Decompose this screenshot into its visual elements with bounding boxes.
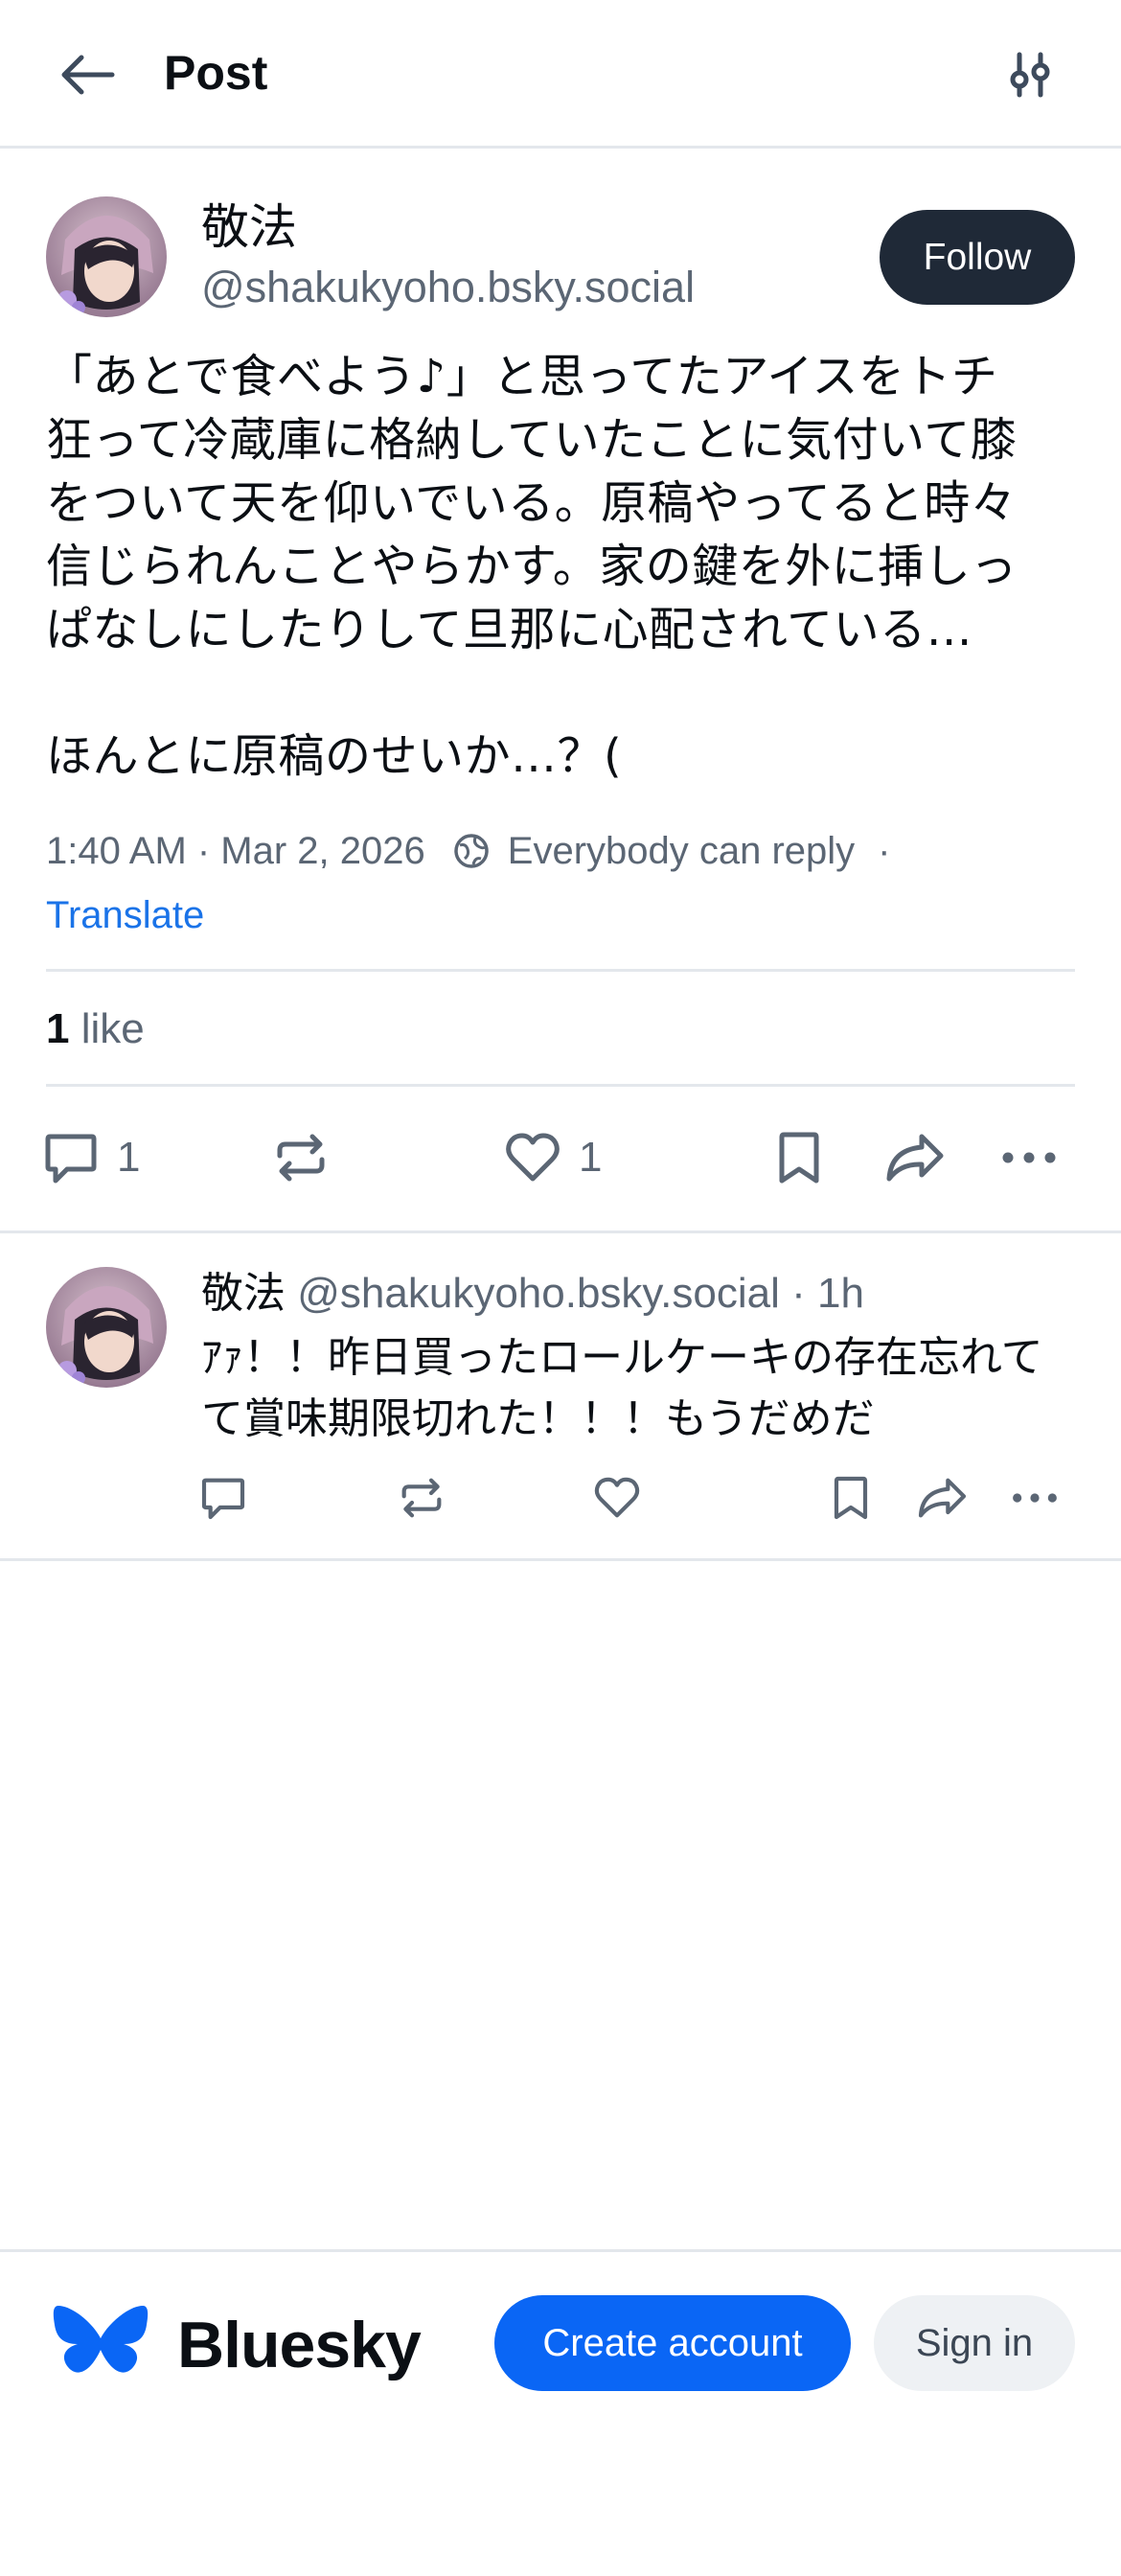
back-button[interactable] [54,46,121,104]
divider [46,969,1075,972]
comment-icon [201,1478,245,1520]
author-name[interactable]: 敬法 [201,196,297,258]
globe-icon [452,832,491,870]
translate-link[interactable]: Translate [46,886,204,944]
bookmark-button[interactable] [770,1129,828,1186]
post-meta: 1:40 AM · Mar 2, 2026 Everybody can repl… [46,822,891,880]
meta-separator: · [878,829,891,872]
like-button[interactable]: 1 [504,1129,602,1186]
reply-button[interactable]: 1 [42,1129,140,1186]
more-horizontal-icon [1013,1493,1057,1503]
reply-reply-button[interactable] [199,1474,247,1522]
repost-icon [277,1134,325,1182]
section-divider [0,1230,1121,1233]
create-account-button[interactable]: Create account [494,2295,851,2391]
author-handle[interactable]: @shakukyoho.bsky.social [201,257,695,318]
like-count: 1 [579,1134,603,1181]
reply-bookmark-button[interactable] [827,1474,875,1522]
comment-icon [45,1134,97,1184]
reply-repost-button[interactable] [398,1474,446,1522]
bookmark-icon [779,1132,819,1184]
share-icon [918,1478,967,1518]
reply-like-button[interactable] [593,1474,641,1522]
post-text: 「あとで食べよう♪」と思ってたアイスをトチ 狂って冷蔵庫に格納していたことに気付… [46,350,1018,783]
page-title: Post [164,46,268,100]
reply-setting[interactable]: Everybody can reply [508,830,855,873]
reply-author-avatar[interactable] [46,1267,167,1388]
reply-author-handle[interactable]: @shakukyoho.bsky.social [297,1270,780,1317]
divider [46,1084,1075,1087]
post-timestamp[interactable]: 1:40 AM · Mar 2, 2026 [46,830,425,873]
avatar-image [46,1267,167,1388]
sign-in-button[interactable]: Sign in [874,2295,1075,2391]
author-avatar[interactable] [46,196,167,317]
bottom-signup-bar: Bluesky Create account Sign in [0,2249,1121,2576]
sliders-icon [1010,52,1050,98]
reply-more-options-button[interactable] [1011,1474,1059,1522]
section-divider [0,1558,1121,1561]
avatar-image [46,196,167,317]
more-horizontal-icon [1002,1152,1056,1163]
share-icon [886,1134,944,1182]
thread-settings-button[interactable] [996,46,1064,104]
share-button[interactable] [883,1129,947,1186]
arrow-left-icon [61,55,115,95]
likes-summary[interactable]: 1 like [46,999,145,1060]
heart-icon [594,1477,640,1518]
reply-share-button[interactable] [916,1474,969,1522]
bluesky-brand[interactable]: Bluesky [53,2302,422,2388]
reply-count: 1 [117,1134,141,1181]
follow-button[interactable]: Follow [880,210,1075,305]
repost-icon [401,1478,442,1518]
top-header: Post [0,0,1121,149]
more-options-button[interactable] [1000,1129,1058,1186]
reply-header: 敬法 @shakukyoho.bsky.social · 1h [201,1263,864,1324]
likes-label: like [80,1005,145,1052]
heart-icon [506,1133,560,1182]
reply-author-name[interactable]: 敬法 [201,1270,286,1317]
reply-time[interactable]: · 1h [791,1270,864,1317]
brand-name: Bluesky [177,2309,422,2381]
repost-button[interactable] [272,1129,330,1186]
bookmark-icon [834,1476,868,1520]
likes-count: 1 [46,1005,70,1052]
reply-text: ｱｧ！！昨日買ったロールケーキの存在忘れてて賞味期限切れた！！！もうだめだ [201,1333,1043,1443]
butterfly-logo-icon [53,2306,149,2373]
